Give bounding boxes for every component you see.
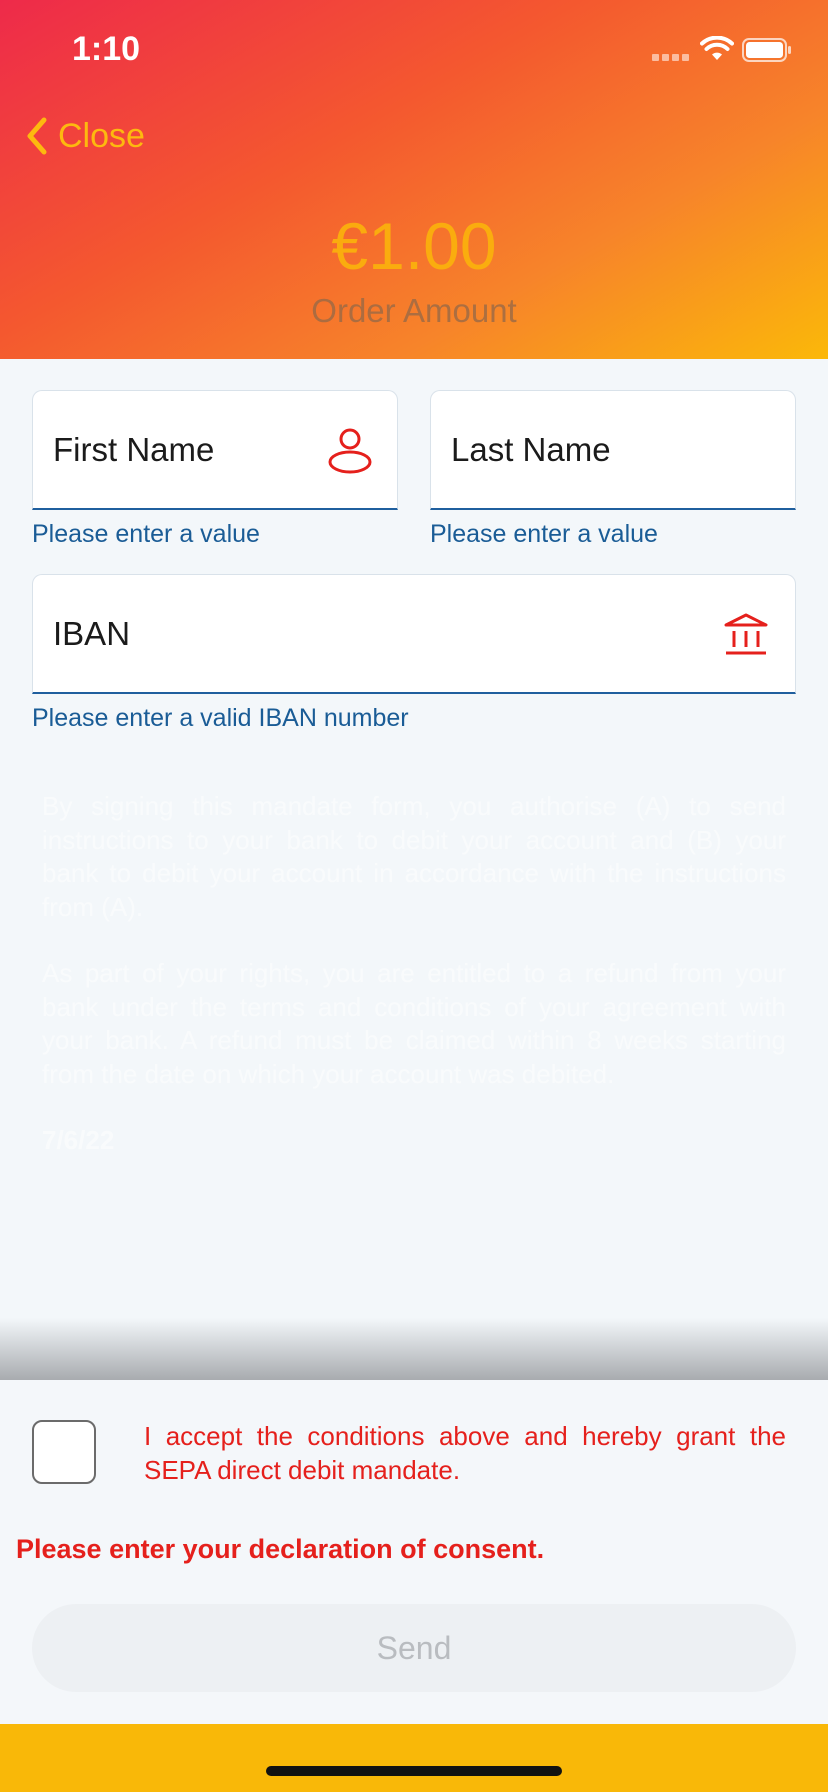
- order-amount: €1.00: [331, 209, 497, 283]
- send-button[interactable]: Send: [32, 1604, 796, 1692]
- mandate-paragraph-2: As part of your rights, you are entitled…: [42, 958, 786, 1089]
- footer-bar: [0, 1724, 828, 1792]
- consent-checkbox-label[interactable]: I accept the conditions above and hereby…: [144, 1419, 786, 1487]
- wifi-icon: [700, 36, 734, 60]
- last-name-placeholder: Last Name: [451, 431, 611, 468]
- status-time: 1:10: [72, 30, 141, 68]
- mandate-text: By signing this mandate form, you author…: [42, 790, 786, 1191]
- consent-checkbox[interactable]: [32, 1420, 96, 1484]
- close-label: Close: [58, 116, 145, 155]
- battery-icon: [742, 38, 791, 62]
- mandate-paragraph-1: By signing this mandate form, you author…: [42, 791, 786, 922]
- close-button[interactable]: Close: [22, 112, 145, 160]
- first-name-placeholder: First Name: [53, 431, 215, 468]
- home-indicator[interactable]: [266, 1766, 562, 1776]
- header: 1:10 Close €1.00 Order Amount: [0, 0, 828, 359]
- consent-error: Please enter your declaration of consent…: [16, 1534, 545, 1564]
- person-icon: [328, 428, 372, 474]
- iban-field[interactable]: IBAN: [32, 574, 796, 694]
- chevron-left-icon: [27, 117, 47, 155]
- mandate-date: 7/6/22: [42, 1125, 115, 1155]
- first-name-error: Please enter a value: [32, 520, 260, 548]
- first-name-field[interactable]: First Name: [32, 390, 398, 510]
- order-amount-label: Order Amount: [311, 292, 517, 329]
- iban-error: Please enter a valid IBAN number: [32, 704, 409, 732]
- status-bar: 1:10: [0, 0, 828, 100]
- last-name-field[interactable]: Last Name: [430, 390, 796, 510]
- last-name-error: Please enter a value: [430, 520, 658, 548]
- bank-icon: [724, 613, 768, 655]
- panel-shadow: [0, 1318, 828, 1380]
- signal-icon: [652, 54, 692, 62]
- iban-placeholder: IBAN: [53, 615, 131, 652]
